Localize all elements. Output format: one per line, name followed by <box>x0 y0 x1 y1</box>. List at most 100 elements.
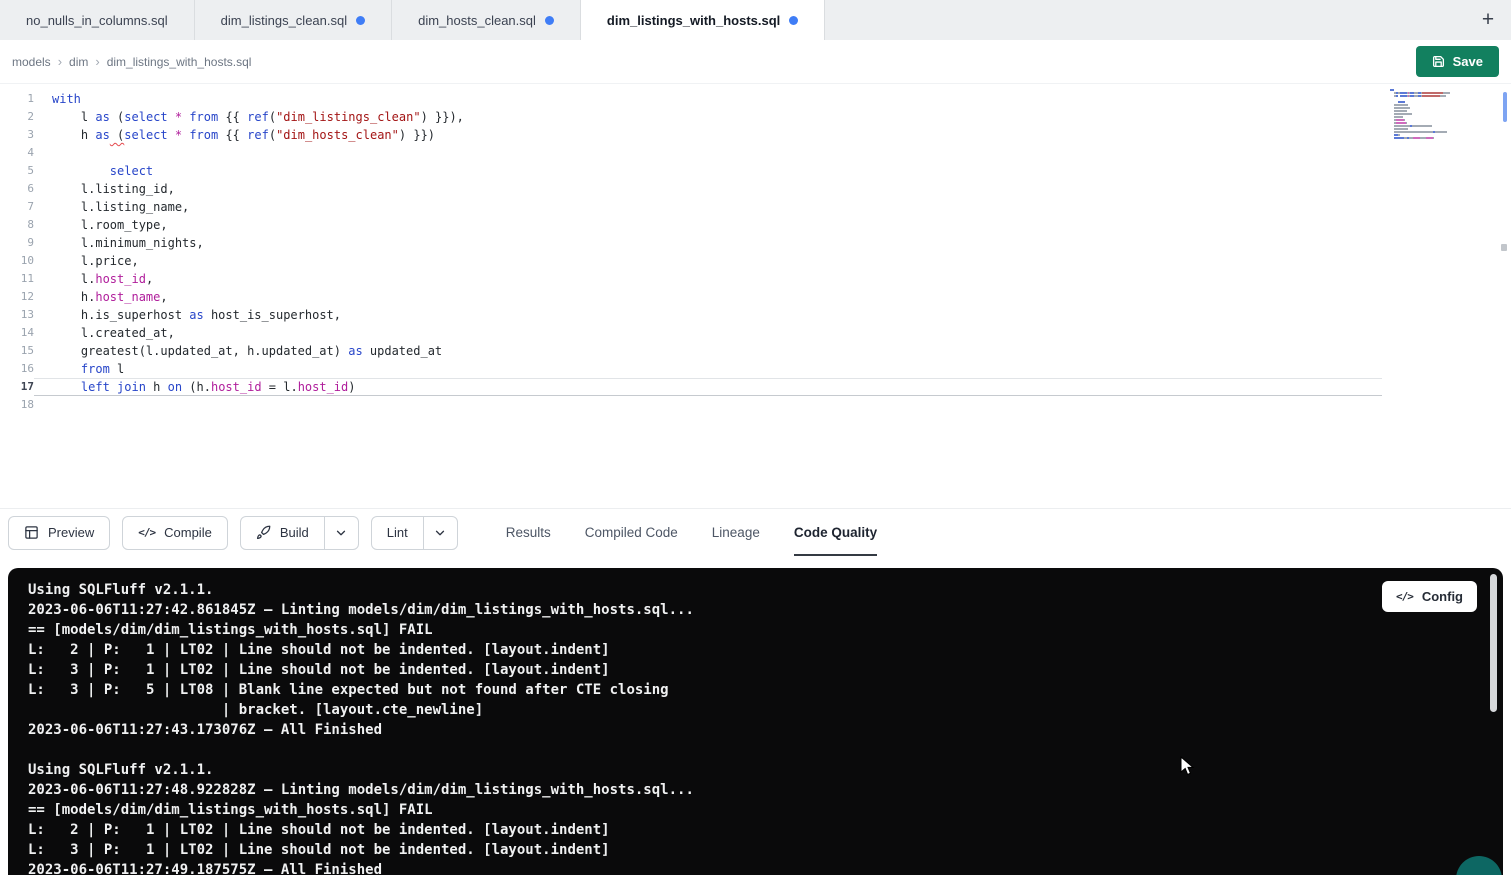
code-line[interactable]: 9 l.minimum_nights, <box>0 234 1382 252</box>
minimap-segment <box>1406 122 1407 124</box>
code-line[interactable]: 17 left join h on (h.host_id = l.host_id… <box>0 378 1382 396</box>
code-lines: 1with2 l as (select * from {{ ref("dim_l… <box>0 84 1511 414</box>
build-button-label: Build <box>280 525 309 540</box>
new-tab-button[interactable]: + <box>1465 0 1511 40</box>
terminal-output: Using SQLFluff v2.1.1. 2023-06-06T11:27:4… <box>8 568 1503 875</box>
code-token: select <box>110 164 153 178</box>
minimap-segment <box>1426 137 1433 139</box>
minimap-line <box>1390 107 1462 109</box>
breadcrumb-item[interactable]: dim <box>69 55 88 69</box>
code-text: l as (select * from {{ ref("dim_listings… <box>34 108 1382 126</box>
line-number: 16 <box>0 360 34 378</box>
save-icon <box>1432 55 1445 68</box>
line-number: 9 <box>0 234 34 252</box>
code-line[interactable]: 7 l.listing_name, <box>0 198 1382 216</box>
code-line[interactable]: 13 h.is_superhost as host_is_superhost, <box>0 306 1382 324</box>
code-line[interactable]: 6 l.listing_id, <box>0 180 1382 198</box>
editor-tab[interactable]: dim_listings_with_hosts.sql <box>581 0 825 40</box>
editor-tab[interactable]: dim_hosts_clean.sql <box>392 0 581 40</box>
editor-tab[interactable]: dim_listings_clean.sql <box>195 0 392 40</box>
tab-label: dim_listings_with_hosts.sql <box>607 13 780 28</box>
minimap-segment <box>1422 92 1443 94</box>
code-line[interactable]: 14 l.created_at, <box>0 324 1382 342</box>
code-line[interactable]: 16 from l <box>0 360 1382 378</box>
code-text: left join h on (h.host_id = l.host_id) <box>34 378 1382 396</box>
minimap-segment <box>1413 137 1420 139</box>
code-token <box>168 128 175 142</box>
code-line[interactable]: 12 h.host_name, <box>0 288 1382 306</box>
code-line[interactable]: 10 l.price, <box>0 252 1382 270</box>
code-line[interactable]: 4 <box>0 144 1382 162</box>
code-icon: </> <box>138 526 155 539</box>
code-text: h.host_name, <box>34 288 1382 306</box>
code-token: ) }}), <box>421 110 464 124</box>
code-text: l.created_at, <box>34 324 1382 342</box>
breadcrumb-separator: › <box>58 54 62 69</box>
action-toolbar: Preview </> Compile Build <box>0 508 1511 556</box>
minimap-segment <box>1443 92 1449 94</box>
lint-button-label: Lint <box>387 525 408 540</box>
result-panel-tabs: Results Compiled Code Lineage Code Quality <box>506 509 877 556</box>
minimap-segment <box>1398 134 1400 136</box>
editor-tab-bar: no_nulls_in_columns.sql dim_listings_clea… <box>0 0 1511 40</box>
line-number: 12 <box>0 288 34 306</box>
breadcrumb-item[interactable]: dim_listings_with_hosts.sql <box>107 55 252 69</box>
panel-tab-compiled-code[interactable]: Compiled Code <box>585 509 678 556</box>
code-token: l.listing_id, <box>52 182 175 196</box>
line-number: 14 <box>0 324 34 342</box>
editor-scrollbar-thumb[interactable] <box>1501 244 1507 251</box>
panel-tab-code-quality[interactable]: Code Quality <box>794 509 877 556</box>
terminal-line: | bracket. [layout.cte_newline] <box>28 700 1503 720</box>
config-button[interactable]: </> Config <box>1382 581 1477 612</box>
code-token: {{ <box>218 128 247 142</box>
minimap-segment <box>1433 137 1434 139</box>
code-line[interactable]: 11 l.host_id, <box>0 270 1382 288</box>
editor-tab[interactable]: no_nulls_in_columns.sql <box>0 0 195 40</box>
terminal-line: 2023-06-06T11:27:49.187575Z — All Finish… <box>28 860 1503 875</box>
tab-label: no_nulls_in_columns.sql <box>26 13 168 28</box>
terminal-scrollbar-thumb[interactable] <box>1490 574 1497 712</box>
minimap-line <box>1390 140 1462 142</box>
code-text: from l <box>34 360 1382 378</box>
build-dropdown-button[interactable] <box>324 517 358 549</box>
preview-button[interactable]: Preview <box>8 516 110 550</box>
preview-button-label: Preview <box>48 525 94 540</box>
dbt-ide-window: no_nulls_in_columns.sql dim_listings_clea… <box>0 0 1511 875</box>
code-text: l.room_type, <box>34 216 1382 234</box>
code-token: host_name <box>95 290 160 304</box>
code-text <box>34 144 1382 162</box>
code-token: {{ <box>218 110 247 124</box>
tab-label: dim_hosts_clean.sql <box>418 13 536 28</box>
minimap-segment <box>1412 125 1432 127</box>
breadcrumb-item[interactable]: models <box>12 55 51 69</box>
file-tabs: no_nulls_in_columns.sql dim_listings_clea… <box>0 0 825 40</box>
minimap[interactable] <box>1390 89 1462 142</box>
code-token: with <box>52 92 81 106</box>
code-line[interactable]: 15 greatest(l.updated_at, h.updated_at) … <box>0 342 1382 360</box>
minimap-line <box>1390 131 1462 133</box>
build-button[interactable]: Build <box>241 517 324 549</box>
terminal-lines: Using SQLFluff v2.1.1. 2023-06-06T11:27:4… <box>28 580 1503 875</box>
code-line[interactable]: 8 l.room_type, <box>0 216 1382 234</box>
panel-tab-lineage[interactable]: Lineage <box>712 509 760 556</box>
terminal-line: Using SQLFluff v2.1.1. <box>28 760 1503 780</box>
compile-button[interactable]: </> Compile <box>122 516 228 550</box>
code-line[interactable]: 1with <box>0 90 1382 108</box>
code-line[interactable]: 5 select <box>0 162 1382 180</box>
code-line[interactable]: 2 l as (select * from {{ ref("dim_listin… <box>0 108 1382 126</box>
code-token: on <box>168 380 182 394</box>
line-number: 6 <box>0 180 34 198</box>
panel-tab-results[interactable]: Results <box>506 509 551 556</box>
code-text: l.listing_name, <box>34 198 1382 216</box>
lint-button[interactable]: Lint <box>372 517 423 549</box>
code-line[interactable]: 18 <box>0 396 1382 414</box>
code-icon: </> <box>1396 590 1413 603</box>
code-text: l.price, <box>34 252 1382 270</box>
terminal-line: 2023-06-06T11:27:42.861845Z — Linting mo… <box>28 600 1503 620</box>
minimap-segment <box>1394 116 1402 118</box>
code-line[interactable]: 3 h as (select * from {{ ref("dim_hosts_… <box>0 126 1382 144</box>
lint-dropdown-button[interactable] <box>423 517 457 549</box>
code-editor[interactable]: 1with2 l as (select * from {{ ref("dim_l… <box>0 84 1511 508</box>
terminal-line: L: 3 | P: 1 | LT02 | Line should not be … <box>28 840 1503 860</box>
save-button[interactable]: Save <box>1416 46 1499 77</box>
